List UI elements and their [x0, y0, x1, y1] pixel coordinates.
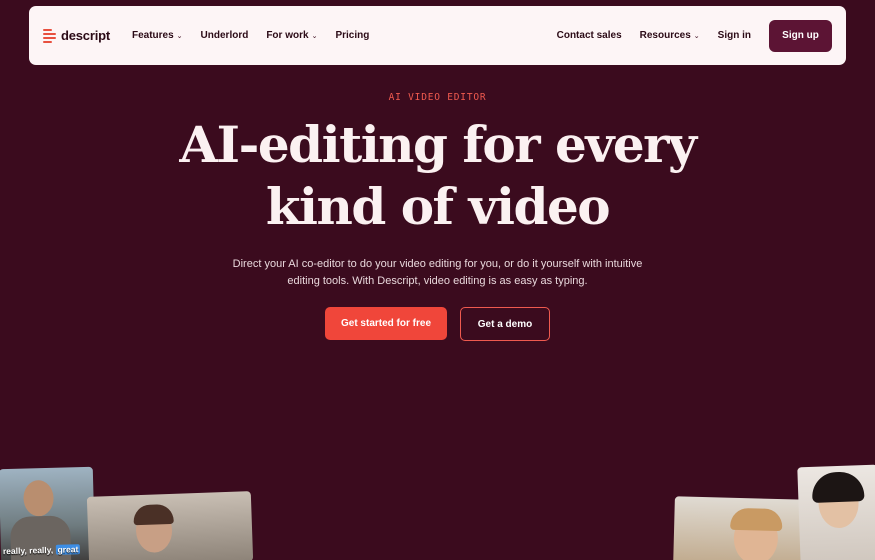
nav-right: Contact sales Resources ⌄ Sign in Sign u…: [557, 19, 832, 52]
sign-up-button[interactable]: Sign up: [769, 19, 832, 52]
nav-item-features[interactable]: Features ⌄: [132, 30, 183, 41]
descript-logo-icon: [43, 28, 56, 44]
nav-item-sign-in[interactable]: Sign in: [718, 30, 751, 41]
nav-item-underlord[interactable]: Underlord: [201, 30, 249, 41]
hero-subcopy: Direct your AI co-editor to do your vide…: [232, 258, 643, 287]
video-thumbnail-2: [86, 491, 254, 560]
cta-row: Get started for free Get a demo: [0, 307, 875, 341]
person-hair: [133, 503, 174, 526]
nav-item-label: For work: [266, 30, 309, 41]
nav-item-label: Features: [131, 30, 174, 41]
nav-item-pricing[interactable]: Pricing: [335, 30, 369, 41]
nav-item-contact-sales[interactable]: Contact sales: [557, 30, 622, 41]
hero-headline: AI-editing for every kind of video: [0, 114, 875, 238]
logo[interactable]: descript: [43, 28, 110, 44]
nav-left: Features ⌄ Underlord For work ⌄ Pricing: [132, 30, 387, 41]
headline-line-1: AI-editing for every: [179, 115, 697, 174]
logo-text: descript: [61, 28, 110, 43]
nav-item-label: Pricing: [335, 30, 370, 41]
person-hair: [730, 507, 783, 532]
person-head: [23, 479, 54, 517]
get-started-button[interactable]: Get started for free: [325, 307, 447, 340]
nav-item-label: Contact sales: [556, 30, 622, 41]
nav-item-label: Resources: [639, 30, 691, 41]
person-hair: [811, 471, 865, 503]
top-navbar: descript Features ⌄ Underlord For work ⌄…: [29, 6, 846, 65]
chevron-down-icon: ⌄: [176, 32, 183, 40]
chevron-down-icon: ⌄: [311, 32, 318, 40]
caption-word: really,: [29, 544, 54, 556]
nav-item-label: Sign in: [717, 30, 751, 41]
hero-eyebrow: AI VIDEO EDITOR: [388, 92, 487, 103]
caption-word: really,: [2, 545, 27, 557]
caption-word-highlight: great: [55, 544, 81, 555]
video-thumbnail-1: really, really, great: [0, 466, 96, 560]
video-thumbnail-3: [673, 496, 807, 560]
chevron-down-icon: ⌄: [693, 32, 700, 40]
video-caption: really, really, great: [3, 544, 81, 556]
get-demo-button[interactable]: Get a demo: [460, 307, 550, 341]
nav-item-resources[interactable]: Resources ⌄: [640, 30, 700, 41]
headline-line-2: kind of video: [265, 177, 611, 236]
video-thumbnail-4: [797, 464, 875, 560]
nav-item-for-work[interactable]: For work ⌄: [266, 30, 317, 41]
nav-item-label: Underlord: [200, 30, 249, 41]
